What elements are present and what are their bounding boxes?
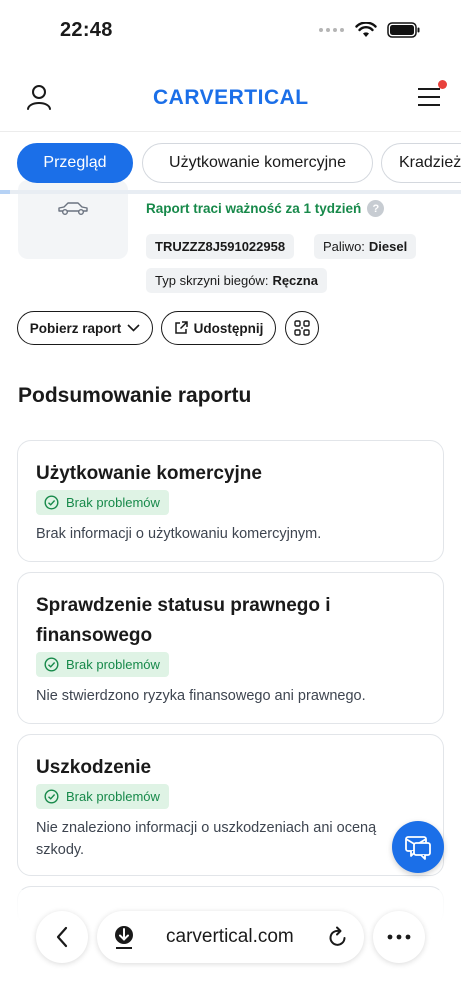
address-bar[interactable]: carvertical.com [97,911,364,963]
browser-toolbar: carvertical.com [0,890,461,999]
gearbox-label: Typ skrzyni biegów: [155,273,269,288]
check-circle-icon [44,657,59,672]
gearbox-chip: Typ skrzyni biegów: Ręczna [146,268,327,293]
share-button[interactable]: Udostępnij [161,311,276,345]
tab-overview[interactable]: Przegląd [17,143,133,183]
card-title: Sprawdzenie statusu prawnego i finansowe… [36,595,331,646]
wifi-icon [355,22,377,37]
chat-icon [405,836,431,860]
gearbox-value: Ręczna [272,273,318,288]
fuel-label: Paliwo: [323,239,365,254]
download-report-button[interactable]: Pobierz raport [17,311,153,345]
status-bar: 22:48 [0,0,461,60]
more-options-button[interactable] [373,911,425,963]
car-icon [58,201,88,215]
check-circle-icon [44,789,59,804]
battery-icon [387,22,420,38]
report-validity: Raport traci ważność za 1 tydzień ? [146,200,385,217]
summary-card-legal-financial[interactable]: Sprawdzenie statusu prawnego i finansowe… [17,572,444,724]
external-share-icon [174,321,188,334]
report-tabs: Przegląd Użytkowanie komercyjne Kradzież [0,143,461,185]
logo-text-vertical: VERTICAL [199,86,309,109]
url-text: carvertical.com [166,926,294,947]
share-label: Udostępnij [193,320,264,336]
chevron-left-icon [56,926,68,948]
status-badge: Brak problemów [36,490,169,515]
tab-commercial-use[interactable]: Użytkowanie komercyjne [142,143,373,183]
status-badge-label: Brak problemów [66,657,160,672]
qr-code-icon [294,320,310,336]
tabs-scrollbar [0,190,461,194]
back-button[interactable] [36,911,88,963]
summary-title: Podsumowanie raportu [18,384,252,407]
notification-dot [438,80,447,89]
more-dots-icon [387,934,411,940]
card-description: Nie stwierdzono ryzyka finansowego ani p… [36,688,366,704]
vin-chip: TRUZZZ8J591022958 [146,234,295,259]
card-title: Użytkowanie komercyjne [36,463,262,484]
chevron-down-icon [127,324,140,332]
status-badge-label: Brak problemów [66,789,160,804]
signal-icon [319,24,345,36]
card-title: Uszkodzenie [36,757,152,778]
validity-text: Raport traci ważność za 1 tydzień [146,201,362,216]
summary-card-commercial-use[interactable]: Użytkowanie komercyjne Brak problemów Br… [17,440,444,562]
user-icon [27,85,51,110]
logo-text-car: CAR [153,86,200,109]
chat-button[interactable] [392,821,444,873]
download-report-label: Pobierz raport [29,320,122,336]
top-navigation: CARVERTICAL [0,62,461,132]
card-description: Brak informacji o użytkowaniu komercyjny… [36,526,322,542]
status-badge-label: Brak problemów [66,495,160,510]
card-description: Nie znaleziono informacji o uszkodzeniac… [36,820,377,858]
status-badge: Brak problemów [36,784,169,809]
fuel-value: Diesel [368,239,408,254]
status-badge: Brak problemów [36,652,169,677]
user-account-button[interactable] [24,82,54,112]
check-circle-icon [44,495,59,510]
tab-theft[interactable]: Kradzież [381,143,461,183]
download-icon[interactable] [113,925,135,949]
status-icons [319,22,421,38]
summary-card-damage[interactable]: Uszkodzenie Brak problemów Nie znalezion… [17,734,444,876]
reload-icon[interactable] [328,926,348,948]
qr-code-button[interactable] [285,311,319,345]
status-time: 22:48 [60,19,113,41]
carvertical-logo[interactable]: CARVERTICAL [153,86,309,110]
fuel-chip: Paliwo: Diesel [314,234,417,259]
help-icon[interactable]: ? [367,200,385,217]
tabs-scrollbar-thumb [0,190,10,194]
